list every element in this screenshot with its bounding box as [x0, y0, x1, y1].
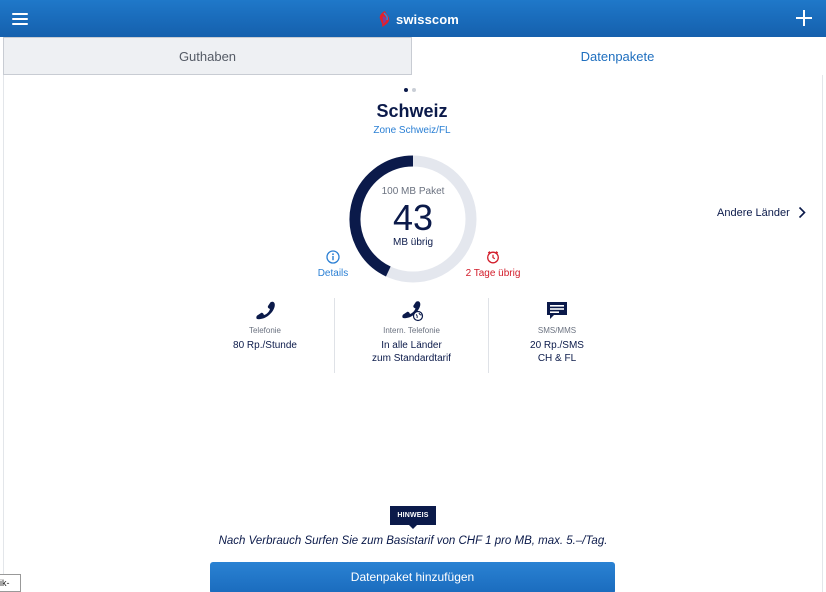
rate-value-line2: CH & FL — [537, 353, 577, 364]
days-remaining: 2 Tage übrig — [458, 250, 528, 279]
hint-badge: HINWEIS — [390, 506, 436, 529]
tab-label: Guthaben — [178, 48, 237, 64]
region-zone: Zone Schweiz/FL — [373, 125, 451, 136]
remaining-unit: MB übrig — [392, 237, 433, 248]
hint-text: Nach Verbrauch Surfen Sie zum Basistarif… — [218, 535, 608, 547]
message-icon — [547, 302, 567, 319]
swisscom-logo: swisscom — [378, 9, 459, 29]
rate-value: In alle Länder — [381, 340, 442, 351]
tab-label: Datenpakete — [580, 48, 655, 64]
corner-tooltip: ik- — [0, 574, 21, 592]
rate-value: 20 Rp./SMS — [530, 340, 584, 351]
tab-guthaben[interactable]: Guthaben — [3, 37, 412, 75]
other-countries-link[interactable]: Andere Länder — [717, 206, 806, 219]
rate-title: Telefonie — [248, 326, 282, 335]
page-dot[interactable] — [412, 88, 416, 92]
days-remaining-label: 2 Tage übrig — [465, 268, 521, 279]
top-bar: swisscom — [0, 0, 826, 37]
add-icon[interactable] — [794, 8, 814, 28]
rate-title: SMS/MMS — [537, 326, 577, 335]
details-link[interactable]: Details — [312, 250, 354, 279]
international-phone-icon — [401, 301, 423, 322]
details-label: Details — [317, 268, 349, 279]
brand-name: swisscom — [396, 11, 459, 27]
region-title: Schweiz — [376, 101, 448, 121]
chevron-right-icon — [798, 206, 806, 219]
tab-datenpakete[interactable]: Datenpakete — [412, 37, 823, 75]
tab-bar: Guthaben Datenpakete — [3, 37, 823, 75]
rate-sms: SMS/MMS 20 Rp./SMS CH & FL — [489, 300, 625, 365]
hamburger-menu-icon[interactable] — [10, 9, 32, 29]
other-countries-label: Andere Länder — [717, 206, 790, 219]
page-indicator[interactable] — [404, 88, 416, 92]
rate-value: 80 Rp./Stunde — [233, 340, 297, 351]
remaining-value: 43 — [392, 197, 434, 238]
info-icon — [326, 250, 340, 264]
rate-international: Intern. Telefonie In alle Länder zum Sta… — [335, 300, 488, 365]
clock-icon — [487, 251, 499, 264]
phone-icon — [256, 301, 275, 320]
rate-telefonie: Telefonie 80 Rp./Stunde — [196, 300, 334, 352]
package-name: 100 MB Paket — [381, 186, 445, 197]
rate-value-line2: zum Standardtarif — [372, 353, 451, 364]
swisscom-mark-icon — [379, 11, 390, 27]
add-data-package-button[interactable]: Datenpaket hinzufügen — [210, 562, 615, 592]
page-dot-active[interactable] — [404, 88, 408, 92]
rate-title: Intern. Telefonie — [383, 326, 440, 335]
